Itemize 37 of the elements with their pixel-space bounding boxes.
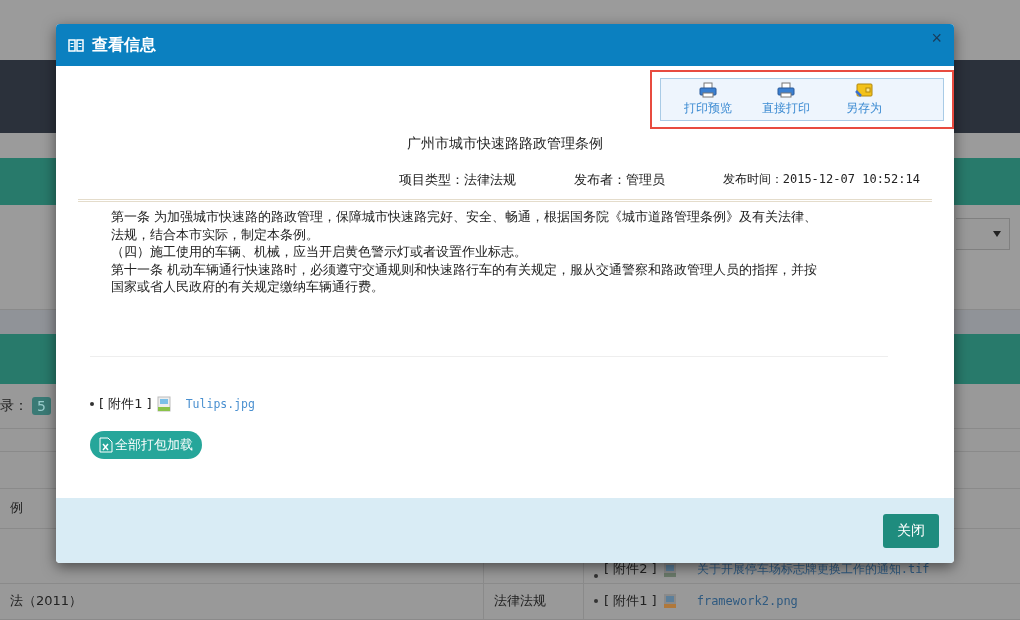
- printer-icon: [777, 82, 795, 98]
- toolbar-button[interactable]: 打印预览: [669, 82, 747, 117]
- attachment-link[interactable]: framework2.png: [696, 594, 798, 609]
- close-button[interactable]: 关闭: [883, 513, 939, 548]
- table-cell: 法（2011）: [10, 592, 83, 611]
- download-all-button[interactable]: 全部打包加载: [90, 430, 202, 459]
- record-label: 录：: [0, 397, 28, 416]
- table-cell: 例: [10, 499, 23, 518]
- meta-text: 发布者：管理员: [573, 171, 665, 189]
- paragraph: 第十一条 机动车辆通行快速路时，必须遵守交通规则和快速路行车的有关规定，服从交通警察和路政管理人员的指挥，并按国家或省人民政府的有关规定缴纳车辆通行费。: [111, 260, 818, 296]
- spreadsheet-file-icon: [99, 436, 113, 453]
- attachment-link[interactable]: Tulips.jpg: [185, 396, 255, 411]
- bullet-icon: [594, 599, 598, 604]
- select-field[interactable]: [956, 218, 1010, 251]
- file-icon: [662, 593, 677, 610]
- paragraph: 第一条 为加强城市快速路的路政管理，保障城市快速路完好、安全、畅通，根据国务院《城市道路管理条例》及有关法律、法规，结合本市实际，制定本条例。: [111, 208, 818, 244]
- table-cell: 法律法规: [494, 592, 546, 611]
- book-icon: [68, 38, 84, 52]
- image-file-icon: [156, 395, 171, 412]
- toolbar-button[interactable]: 直接打印: [747, 82, 825, 117]
- bullet-icon: [594, 574, 598, 578]
- attachment-tag: [ 附件1 ]: [99, 394, 152, 413]
- dialog-title: 查看信息: [92, 34, 157, 56]
- document-title: 广州市城市快速路路政管理条例: [406, 135, 604, 153]
- record-count-badge: 5: [32, 397, 51, 416]
- attachment-tag: [ 附件1 ]: [604, 592, 657, 611]
- attachment-tag: [ 附件2 ]: [604, 560, 657, 578]
- attachment-link[interactable]: 关于开展停车场标志牌更换工作的通知.tif: [696, 561, 930, 578]
- meta-text: 发布时间：2015-12-07 10:52:14: [722, 171, 920, 188]
- bullet-icon: [90, 401, 94, 406]
- folder-pencil-icon: [855, 82, 873, 98]
- toolbar-button[interactable]: 另存为: [825, 82, 903, 117]
- close-button[interactable]: ×: [931, 29, 942, 47]
- printer-icon: [699, 82, 717, 98]
- dropdown-caret-icon: [993, 231, 1001, 238]
- meta-text: 项目类型：法律法规: [398, 171, 516, 189]
- paragraph: （四）施工使用的车辆、机械，应当开启黄色警示灯或者设置作业标志。: [111, 243, 528, 261]
